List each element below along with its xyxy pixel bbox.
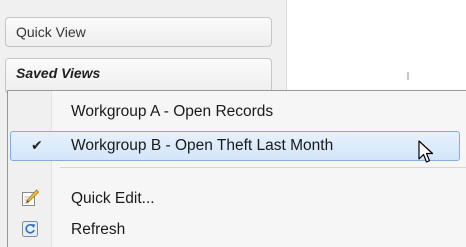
menu-item-workgroup-b[interactable]: ✔ Workgroup B - Open Theft Last Month xyxy=(10,131,460,161)
menu-item-label: Quick Edit... xyxy=(71,190,155,207)
refresh-icon xyxy=(21,220,39,238)
menu-item-label: Refresh xyxy=(71,221,126,238)
menu-item-quick-edit[interactable]: Quick Edit... xyxy=(10,184,460,214)
quick-view-button[interactable]: Quick View xyxy=(5,17,272,47)
checkmark-icon: ✔ xyxy=(31,137,43,153)
menu-item-label: Workgroup B - Open Theft Last Month xyxy=(71,137,334,154)
menu-item-refresh[interactable]: Refresh xyxy=(10,215,460,245)
panel-splitter[interactable] xyxy=(286,0,287,90)
context-menu: Workgroup A - Open Records ✔ Workgroup B… xyxy=(7,90,466,247)
saved-views-button[interactable]: Saved Views xyxy=(5,58,272,94)
edit-pencil-icon xyxy=(21,189,40,207)
mouse-pointer-icon xyxy=(418,140,434,169)
menu-item-label: Workgroup A - Open Records xyxy=(71,103,274,120)
menu-separator xyxy=(60,167,466,168)
background-marker xyxy=(407,72,409,80)
menu-item-workgroup-a[interactable]: Workgroup A - Open Records xyxy=(10,97,460,127)
